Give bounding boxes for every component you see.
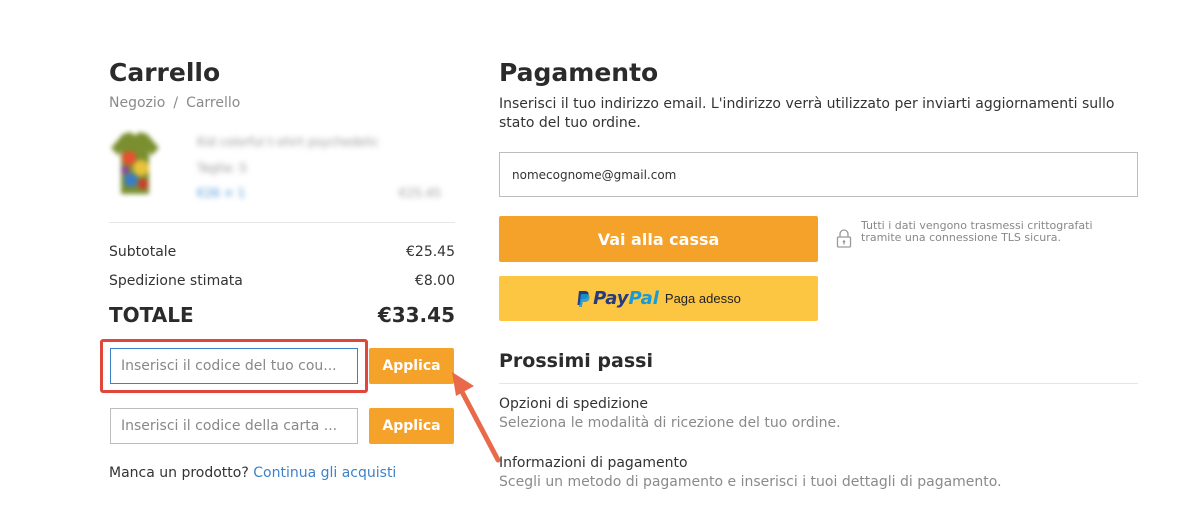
paypal-button[interactable]: PayPal Paga adesso: [499, 276, 818, 321]
breadcrumb-cart: Carrello: [186, 95, 241, 111]
coupon-input[interactable]: [110, 348, 358, 384]
next-steps-title: Prossimi passi: [499, 350, 653, 372]
gift-card-input[interactable]: [110, 408, 358, 444]
payment-description: Inserisci il tuo indirizzo email. L'indi…: [499, 96, 1115, 131]
step-shipping-title: Opzioni di spedizione: [499, 396, 649, 412]
product-price: €25.45: [399, 186, 441, 200]
paypal-pal-text: Pal: [628, 288, 659, 309]
cart-product: Kid colorful t-shirt psychedelic Taglia:…: [109, 130, 455, 202]
shipping-value: €8.00: [414, 273, 455, 289]
breadcrumb: Negozio / Carrello: [109, 95, 241, 111]
step-payment-title: Informazioni di pagamento: [499, 455, 688, 471]
annotation-arrow: [452, 372, 501, 463]
lock-icon: [836, 229, 852, 248]
next-steps-divider: [499, 383, 1138, 384]
shipping-label: Spedizione stimata: [109, 273, 243, 289]
missing-product-text: Manca un prodotto?: [109, 465, 249, 481]
continue-shopping-link[interactable]: Continua gli acquisti: [253, 465, 396, 481]
total-label: TOTALE: [109, 303, 194, 327]
product-quantity[interactable]: €26 × 1: [197, 186, 245, 200]
secure-transmission-note: Tutti i dati vengono trasmessi crittogra…: [861, 219, 1093, 244]
product-name[interactable]: Kid colorful t-shirt psychedelic: [197, 135, 452, 149]
email-field[interactable]: [499, 152, 1138, 197]
step-payment-desc: Scegli un metodo di pagamento e inserisc…: [499, 474, 1002, 490]
checkout-button[interactable]: Vai alla cassa: [499, 216, 818, 262]
payment-title: Pagamento: [499, 58, 659, 87]
paypal-wordmark: PayPal: [593, 288, 659, 309]
paypal-subtitle: Paga adesso: [664, 291, 741, 306]
paypal-pay-text: Pay: [593, 288, 629, 309]
total-value: €33.45: [377, 303, 455, 327]
tshirt-thumbnail[interactable]: [109, 130, 161, 198]
product-option: Taglia: S: [197, 161, 247, 175]
step-shipping-desc: Seleziona le modalità di ricezione del t…: [499, 415, 841, 431]
breadcrumb-shop[interactable]: Negozio: [109, 95, 165, 111]
cart-title: Carrello: [109, 58, 221, 87]
subtotal-value: €25.45: [406, 244, 455, 260]
paypal-logo: [577, 290, 590, 307]
subtotal-label: Subtotale: [109, 244, 177, 260]
missing-product-line: Manca un prodotto? Continua gli acquisti: [109, 465, 396, 481]
cart-divider: [109, 222, 455, 223]
